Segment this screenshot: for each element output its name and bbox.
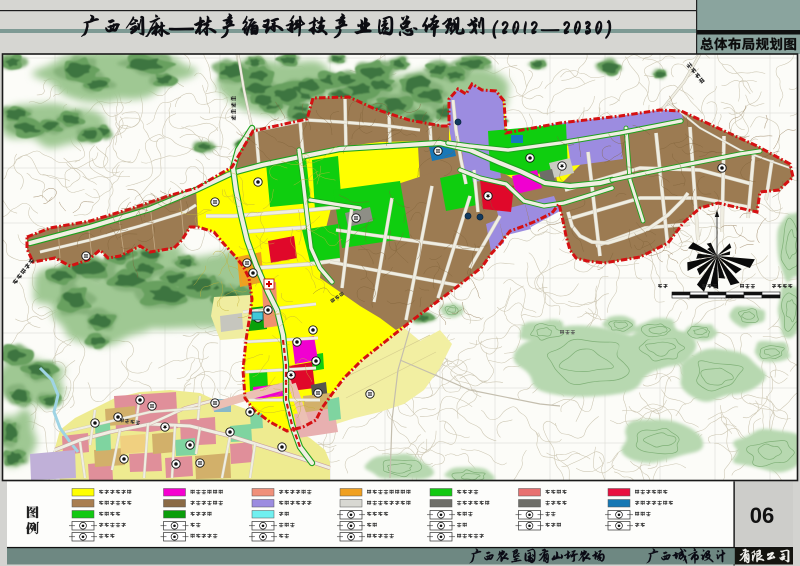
svg-text:06: 06 [750,503,774,528]
